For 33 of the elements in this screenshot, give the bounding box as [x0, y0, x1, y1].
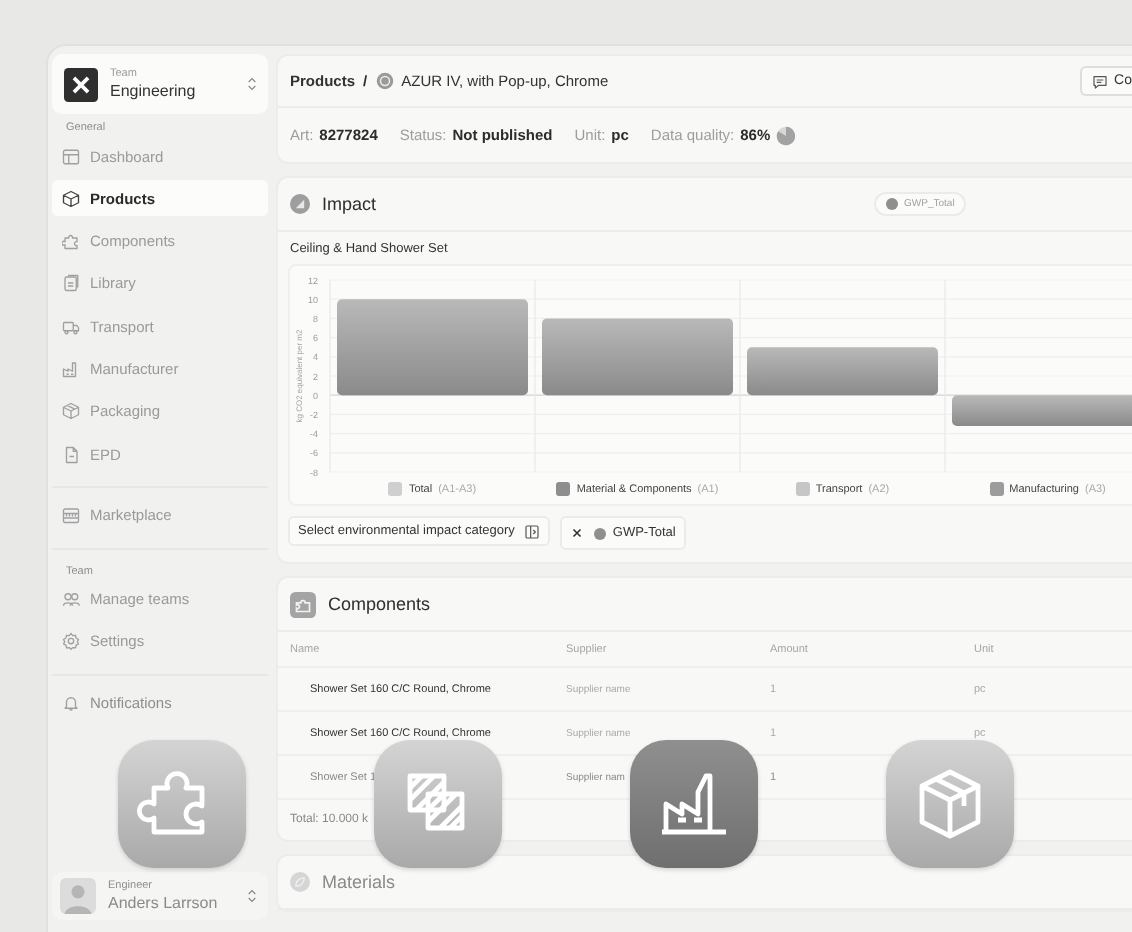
panel-icon — [524, 523, 541, 539]
document-icon — [62, 445, 80, 464]
puzzle-icon — [62, 232, 80, 251]
people-icon — [62, 590, 80, 609]
section-title: Impact — [322, 194, 377, 214]
truck-icon — [62, 317, 80, 336]
logo-icon — [64, 67, 98, 101]
settings-icon — [62, 632, 80, 651]
leaf-icon — [290, 872, 310, 892]
cube-icon — [62, 189, 80, 208]
avatar — [60, 878, 96, 914]
team-name: Engineering — [110, 82, 198, 100]
factory-icon[interactable] — [630, 740, 758, 868]
close-icon — [570, 526, 585, 540]
cube-icon — [62, 402, 80, 421]
pie-chart-icon — [776, 125, 797, 145]
store-icon — [62, 505, 80, 524]
chevron-up-down-icon — [244, 76, 260, 92]
comment-icon — [1092, 73, 1109, 89]
chevron-up-down-icon — [244, 888, 260, 904]
box-icon[interactable] — [886, 740, 1014, 868]
bell-icon — [62, 693, 80, 712]
user-name: Anders Larrson — [108, 894, 220, 912]
chart-icon — [290, 194, 310, 214]
puzzle-icon — [290, 591, 316, 617]
book-icon — [62, 274, 80, 293]
product-icon — [375, 72, 394, 90]
dashboard-icon — [62, 147, 80, 165]
hatched-squares-icon[interactable] — [374, 740, 502, 868]
puzzle-icon[interactable] — [118, 740, 246, 868]
section-title: Materials — [322, 872, 396, 892]
section-title: Components — [328, 594, 431, 614]
factory-icon — [62, 359, 80, 378]
